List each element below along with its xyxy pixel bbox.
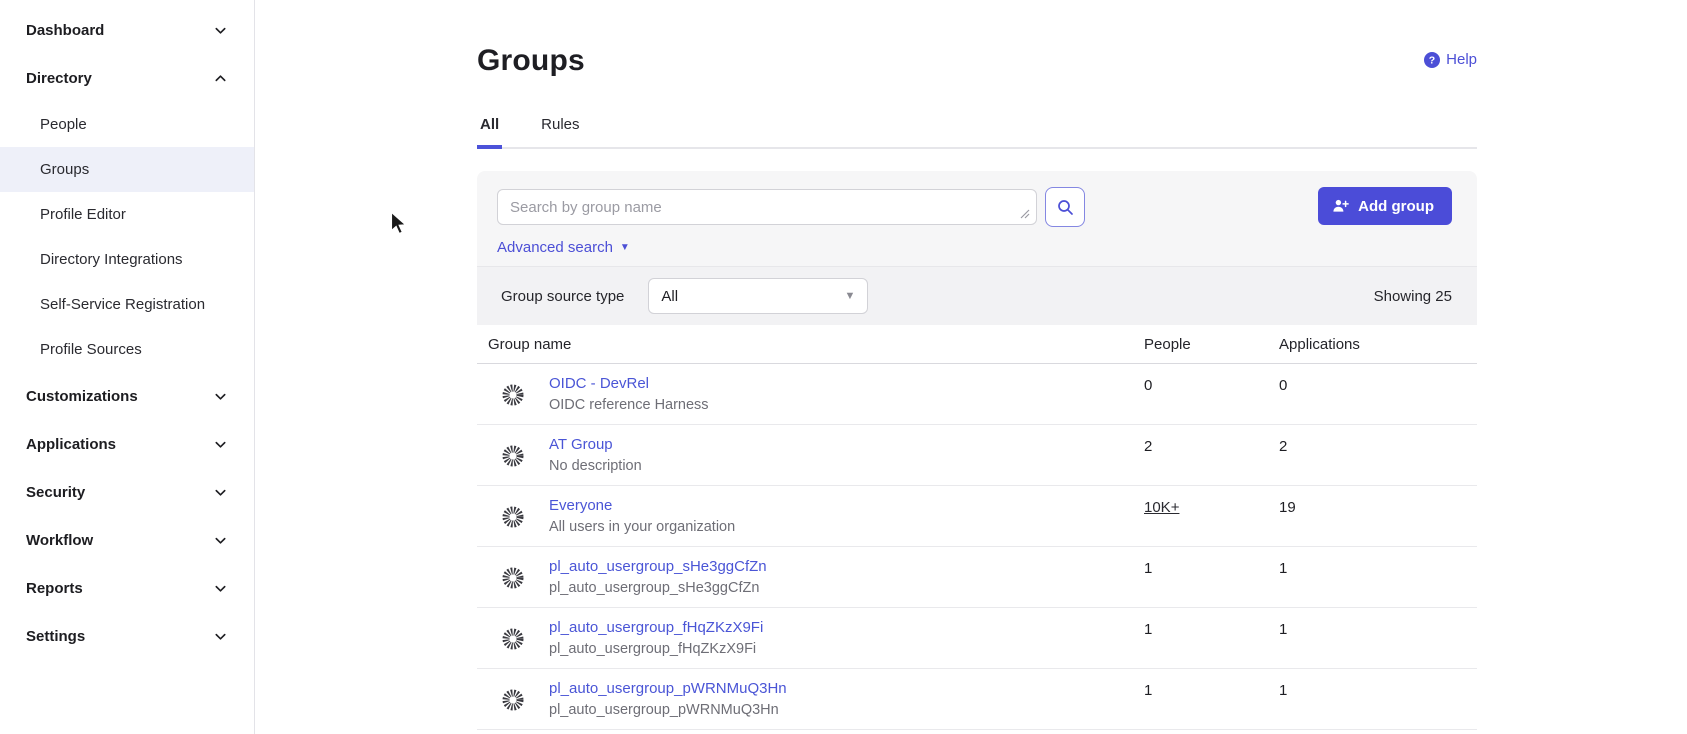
- applications-count: 1: [1279, 608, 1477, 668]
- group-description: pl_auto_usergroup_pWRNMuQ3Hn: [549, 702, 787, 718]
- group-icon: [502, 628, 524, 650]
- applications-count: 2: [1279, 425, 1477, 485]
- table-row: pl_auto_usergroup_pWRNMuQ3Hn pl_auto_use…: [477, 669, 1477, 730]
- people-count: 0: [1144, 364, 1279, 424]
- group-source-type-select[interactable]: All ▼: [648, 278, 868, 314]
- group-description: OIDC reference Harness: [549, 397, 709, 413]
- chevron-down-icon: [213, 533, 228, 548]
- tab-bar: All Rules: [477, 116, 1477, 149]
- people-count: 2: [1144, 425, 1279, 485]
- sidebar-item-profile-editor[interactable]: Profile Editor: [0, 192, 254, 237]
- applications-count: 0: [1279, 364, 1477, 424]
- sidebar: Dashboard Directory People Groups Profil…: [0, 0, 255, 734]
- group-name-link[interactable]: OIDC - DevRel: [549, 375, 649, 392]
- group-icon: [502, 567, 524, 589]
- group-name-link[interactable]: AT Group: [549, 436, 613, 453]
- group-description: pl_auto_usergroup_fHqZKzX9Fi: [549, 641, 763, 657]
- add-group-label: Add group: [1358, 198, 1434, 215]
- add-person-icon: [1332, 198, 1350, 214]
- sidebar-item-directory[interactable]: Directory: [0, 54, 254, 102]
- showing-count: Showing 25: [1374, 288, 1452, 305]
- table-row: pl_auto_usergroup_sHe3ggCfZn pl_auto_use…: [477, 547, 1477, 608]
- search-input[interactable]: [497, 189, 1037, 225]
- table-row: Everyone All users in your organization …: [477, 486, 1477, 547]
- group-name-link[interactable]: pl_auto_usergroup_sHe3ggCfZn: [549, 558, 767, 575]
- group-icon: [502, 506, 524, 528]
- sidebar-item-workflow[interactable]: Workflow: [0, 516, 254, 564]
- chevron-down-icon: [213, 23, 228, 38]
- group-source-type-label: Group source type: [501, 288, 624, 305]
- chevron-down-icon: [213, 629, 228, 644]
- sidebar-item-groups[interactable]: Groups: [0, 147, 254, 192]
- search-button[interactable]: [1045, 187, 1085, 227]
- group-description: No description: [549, 458, 642, 474]
- sidebar-item-applications[interactable]: Applications: [0, 420, 254, 468]
- table-row: OIDC - DevRel OIDC reference Harness 0 0: [477, 364, 1477, 425]
- applications-count: 19: [1279, 486, 1477, 546]
- people-count: 1: [1144, 669, 1279, 729]
- resize-grip-icon[interactable]: [1020, 209, 1030, 219]
- page-title: Groups: [477, 0, 1477, 78]
- tab-all[interactable]: All: [477, 116, 502, 149]
- chevron-up-icon: [213, 71, 228, 86]
- table-row: pl_auto_usergroup_fHqZKzX9Fi pl_auto_use…: [477, 608, 1477, 669]
- question-circle-icon: ?: [1424, 52, 1440, 68]
- group-name-link[interactable]: pl_auto_usergroup_pWRNMuQ3Hn: [549, 680, 787, 697]
- sidebar-item-security[interactable]: Security: [0, 468, 254, 516]
- sidebar-item-customizations[interactable]: Customizations: [0, 372, 254, 420]
- sidebar-item-reports[interactable]: Reports: [0, 564, 254, 612]
- search-icon: [1057, 199, 1074, 216]
- group-icon: [502, 689, 524, 711]
- caret-down-icon: ▼: [620, 242, 630, 253]
- group-description: pl_auto_usergroup_sHe3ggCfZn: [549, 580, 767, 596]
- help-link[interactable]: ? Help: [1424, 51, 1477, 68]
- sidebar-item-directory-integrations[interactable]: Directory Integrations: [0, 237, 254, 282]
- table-row: AT Group No description 2 2: [477, 425, 1477, 486]
- add-group-button[interactable]: Add group: [1318, 187, 1452, 225]
- table-header: Group name People Applications: [477, 325, 1477, 364]
- group-name-link[interactable]: Everyone: [549, 497, 612, 514]
- advanced-search-link[interactable]: Advanced search ▼: [497, 239, 630, 256]
- help-label: Help: [1446, 51, 1477, 68]
- group-icon: [502, 445, 524, 467]
- sidebar-item-dashboard[interactable]: Dashboard: [0, 6, 254, 54]
- main-content: ? Help Groups All Rules: [255, 0, 1687, 734]
- select-value: All: [661, 288, 678, 305]
- chevron-down-icon: [213, 581, 228, 596]
- chevron-down-icon: [213, 437, 228, 452]
- filter-strip: Group source type All ▼ Showing 25: [477, 266, 1477, 325]
- sidebar-item-profile-sources[interactable]: Profile Sources: [0, 327, 254, 372]
- caret-down-icon: ▼: [845, 290, 856, 302]
- sidebar-item-people[interactable]: People: [0, 102, 254, 147]
- people-count: 1: [1144, 547, 1279, 607]
- sidebar-item-label: Directory: [26, 70, 92, 87]
- people-count: 1: [1144, 608, 1279, 668]
- group-description: All users in your organization: [549, 519, 735, 535]
- search-panel: Advanced search ▼ Add group: [477, 171, 1477, 266]
- group-name-link[interactable]: pl_auto_usergroup_fHqZKzX9Fi: [549, 619, 763, 636]
- column-header-people: People: [1144, 336, 1279, 353]
- sidebar-item-label: Dashboard: [26, 22, 104, 39]
- column-header-applications: Applications: [1279, 336, 1477, 353]
- chevron-down-icon: [213, 485, 228, 500]
- sidebar-item-settings[interactable]: Settings: [0, 612, 254, 660]
- svg-text:?: ?: [1429, 54, 1435, 66]
- tab-rules[interactable]: Rules: [538, 116, 582, 149]
- people-count-link[interactable]: 10K+: [1144, 499, 1179, 516]
- applications-count: 1: [1279, 669, 1477, 729]
- applications-count: 1: [1279, 547, 1477, 607]
- group-icon: [502, 384, 524, 406]
- chevron-down-icon: [213, 389, 228, 404]
- column-header-group-name: Group name: [477, 336, 1144, 353]
- sidebar-item-self-service-registration[interactable]: Self-Service Registration: [0, 282, 254, 327]
